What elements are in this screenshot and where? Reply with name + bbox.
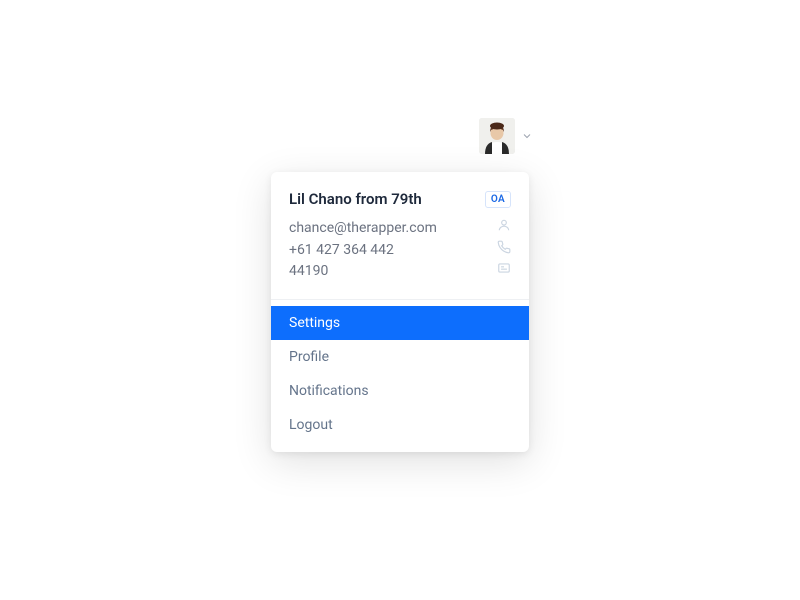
- user-badge: OA: [485, 191, 511, 208]
- menu-item-notifications[interactable]: Notifications: [271, 374, 529, 408]
- phone-icon: [497, 240, 511, 262]
- avatar-trigger[interactable]: [479, 118, 533, 154]
- user-code: 44190: [289, 261, 328, 283]
- person-icon: [497, 218, 511, 240]
- avatar: [479, 118, 515, 154]
- menu-item-profile[interactable]: Profile: [271, 340, 529, 374]
- user-dropdown: Lil Chano from 79th OA chance@therapper.…: [271, 172, 529, 452]
- chevron-down-icon: [521, 127, 533, 146]
- menu-item-logout[interactable]: Logout: [271, 408, 529, 442]
- id-icon: [497, 261, 511, 283]
- dropdown-header: Lil Chano from 79th OA chance@therapper.…: [271, 172, 529, 300]
- menu-item-settings[interactable]: Settings: [271, 306, 529, 340]
- user-email: chance@therapper.com: [289, 218, 437, 240]
- user-phone: +61 427 364 442: [289, 240, 394, 262]
- dropdown-menu: Settings Profile Notifications Logout: [271, 300, 529, 452]
- user-name: Lil Chano from 79th: [289, 190, 422, 208]
